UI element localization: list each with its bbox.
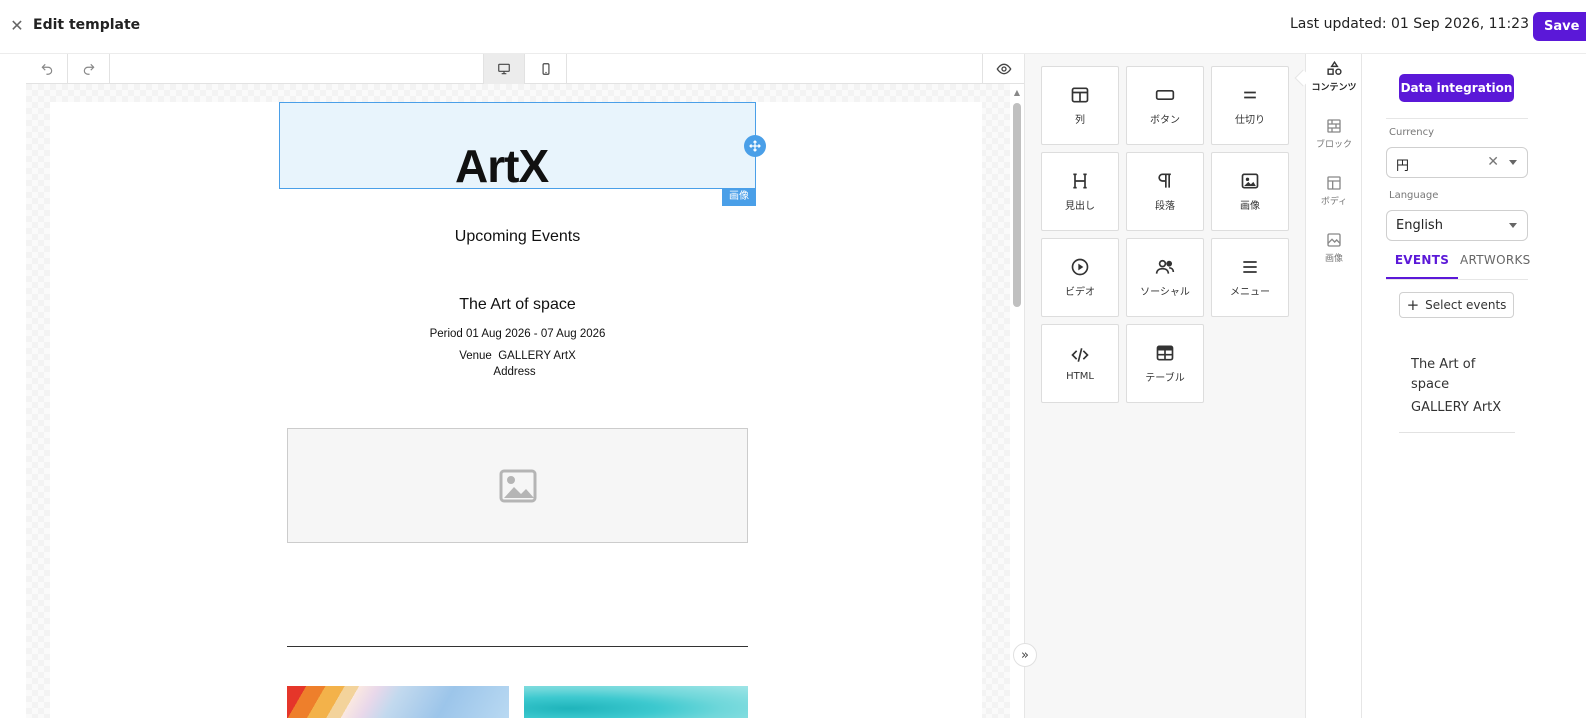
event-venue: Venue GALLERY ArtX [287, 350, 748, 362]
button-icon [1155, 90, 1175, 100]
block-type-tag: 画像 [722, 188, 756, 206]
tool-columns[interactable]: 列 [1041, 66, 1119, 145]
period-label: Period [429, 328, 463, 340]
language-select[interactable]: English [1386, 210, 1528, 241]
image-placeholder[interactable] [287, 428, 748, 543]
undo-button[interactable] [26, 54, 68, 84]
plus-icon: + [1406, 296, 1420, 314]
move-icon[interactable] [744, 135, 766, 157]
tool-heading[interactable]: 見出し [1041, 152, 1119, 231]
period-value: 01 Aug 2026 - 07 Aug 2026 [466, 328, 606, 340]
scroll-thumb[interactable] [1013, 103, 1021, 307]
divider-icon [1244, 91, 1256, 99]
table-icon [1156, 345, 1174, 361]
canvas-toolbar [26, 54, 1024, 84]
tab-body[interactable]: ボディ [1306, 175, 1362, 207]
tool-html[interactable]: HTML [1041, 324, 1119, 403]
currency-select[interactable]: 円 ✕ [1386, 147, 1528, 178]
image-icon [1241, 173, 1259, 189]
tab-images[interactable]: 画像 [1306, 232, 1362, 264]
selected-event-name: The Art of space [1411, 357, 1476, 392]
language-value: English [1396, 218, 1443, 233]
tab-events[interactable]: EVENTS [1386, 253, 1458, 279]
chevron-down-icon [1509, 160, 1517, 165]
image-placeholder-icon [499, 469, 536, 502]
selected-event-venue: GALLERY ArtX [1411, 400, 1502, 415]
address-label: Address [493, 366, 536, 378]
close-icon[interactable]: ✕ [8, 17, 26, 35]
paragraph-icon [1158, 173, 1171, 188]
venue-label: Venue [459, 350, 492, 362]
tool-social[interactable]: ソーシャル [1126, 238, 1204, 317]
desktop-view-button[interactable] [483, 54, 525, 84]
desktop-icon [498, 63, 510, 75]
scroll-up-icon[interactable]: ▲ [1012, 88, 1022, 98]
mobile-view-button[interactable] [525, 54, 567, 84]
divider-line [287, 646, 748, 647]
tool-menu[interactable]: メニュー [1211, 238, 1289, 317]
mobile-icon [542, 63, 549, 75]
menu-icon [1243, 261, 1257, 273]
select-events-button[interactable]: + Select events [1399, 292, 1514, 318]
language-label: Language [1389, 190, 1439, 201]
data-integration-button[interactable]: Data integration [1399, 74, 1514, 102]
collapse-panel-icon[interactable]: » [1013, 643, 1037, 667]
tool-video[interactable]: ビデオ [1041, 238, 1119, 317]
tab-content[interactable]: コンテンツ [1306, 60, 1362, 93]
tab-blocks[interactable]: ブロック [1306, 118, 1362, 150]
eye-icon [996, 63, 1011, 75]
tool-image[interactable]: 画像 [1211, 152, 1289, 231]
tool-divider[interactable]: 仕切り [1211, 66, 1289, 145]
redo-button[interactable] [68, 54, 110, 84]
last-updated-text: Last updated: 01 Sep 2026, 11:23 [1290, 16, 1529, 32]
redo-icon [83, 63, 94, 75]
artwork-thumbnail[interactable] [524, 686, 748, 718]
images-icon [1327, 233, 1341, 247]
email-page [50, 102, 982, 718]
select-events-label: Select events [1425, 298, 1507, 312]
artx-logo: ArtX [455, 140, 549, 192]
side-tabs: コンテンツ ブロック ボディ 画像 [1305, 54, 1362, 718]
currency-value: 円 [1396, 159, 1410, 174]
blocks-icon [1327, 119, 1341, 133]
heading-icon [1073, 173, 1087, 189]
event-title: The Art of space [459, 296, 576, 313]
undo-icon [41, 63, 52, 75]
chevron-down-icon [1509, 223, 1517, 228]
tool-table[interactable]: テーブル [1126, 324, 1204, 403]
page-title: Edit template [33, 17, 141, 33]
currency-label: Currency [1389, 127, 1435, 138]
list-item-divider [1399, 432, 1515, 433]
columns-icon [1071, 87, 1089, 103]
save-button[interactable]: Save [1533, 12, 1586, 41]
tabs-underline [1386, 279, 1528, 280]
content-tools-panel: 列 ボタン 仕切り 見出し 段落 画像 ビデオ ソーシャル メニュー HTML … [1024, 54, 1305, 718]
tool-button[interactable]: ボタン [1126, 66, 1204, 145]
artwork-thumbnail[interactable] [287, 686, 509, 718]
tool-paragraph[interactable]: 段落 [1126, 152, 1204, 231]
venue-value: GALLERY ArtX [498, 350, 576, 362]
shapes-icon [1326, 60, 1342, 75]
code-icon [1071, 348, 1089, 362]
preview-button[interactable] [982, 54, 1024, 84]
tab-artworks[interactable]: ARTWORKS [1460, 253, 1530, 267]
panel-divider [1386, 118, 1528, 119]
clear-icon[interactable]: ✕ [1487, 154, 1499, 170]
events-heading: Upcoming Events [454, 228, 581, 245]
video-icon [1071, 258, 1089, 276]
layout-icon [1327, 176, 1341, 190]
event-period: Period 01 Aug 2026 - 07 Aug 2026 [287, 328, 748, 340]
social-icon [1155, 259, 1175, 274]
